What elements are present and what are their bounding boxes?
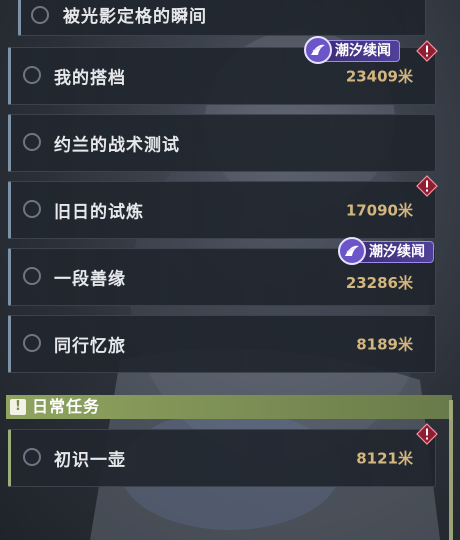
alert-icon bbox=[416, 175, 438, 197]
quest-radio[interactable] bbox=[23, 200, 41, 218]
alert-icon bbox=[416, 40, 438, 62]
quest-title: 旧日的试炼 bbox=[54, 202, 144, 223]
quest-title: 被光影定格的瞬间 bbox=[63, 7, 207, 27]
quest-row[interactable]: 约兰的战术测试 bbox=[8, 114, 436, 172]
tide-swirl-icon bbox=[338, 237, 366, 265]
tide-story-badge: 潮汐续闻 bbox=[338, 237, 434, 265]
quest-radio[interactable] bbox=[23, 334, 41, 352]
quest-distance: 23409米 bbox=[345, 67, 413, 86]
quest-row[interactable]: 旧日的试炼 17090米 bbox=[8, 181, 436, 239]
tide-swirl-icon bbox=[304, 36, 332, 64]
section-label: 日常任务 bbox=[32, 397, 101, 416]
tide-story-badge: 潮汐续闻 bbox=[304, 36, 400, 64]
quest-radio[interactable] bbox=[23, 267, 41, 285]
quest-title: 初识一壶 bbox=[54, 450, 126, 471]
quest-title: 我的搭档 bbox=[54, 68, 126, 89]
quest-distance: 23286米 bbox=[345, 273, 413, 292]
alert-icon bbox=[416, 423, 438, 445]
scrollbar[interactable] bbox=[449, 400, 453, 540]
quest-title: 约兰的战术测试 bbox=[54, 135, 180, 156]
quest-list: 被光影定格的瞬间 我的搭档 23409米 潮汐续闻 约兰的战术测试 旧日的试炼 … bbox=[0, 0, 460, 540]
badge-label: 潮汐续闻 bbox=[335, 43, 391, 59]
exclamation-icon: ! bbox=[10, 399, 26, 415]
quest-radio[interactable] bbox=[23, 66, 41, 84]
quest-title: 一段善缘 bbox=[54, 269, 126, 290]
quest-radio[interactable] bbox=[23, 133, 41, 151]
daily-quests-section-header[interactable]: ! 日常任务 bbox=[6, 395, 452, 419]
quest-row[interactable]: 同行忆旅 8189米 bbox=[8, 315, 436, 373]
quest-row[interactable]: 被光影定格的瞬间 bbox=[18, 0, 426, 36]
quest-title: 同行忆旅 bbox=[54, 336, 126, 357]
quest-distance: 8121米 bbox=[356, 449, 413, 468]
quest-row[interactable]: 初识一壶 8121米 bbox=[8, 429, 436, 487]
quest-radio[interactable] bbox=[31, 6, 49, 24]
quest-distance: 8189米 bbox=[356, 335, 413, 354]
badge-label: 潮汐续闻 bbox=[369, 244, 425, 260]
quest-radio[interactable] bbox=[23, 448, 41, 466]
quest-distance: 17090米 bbox=[345, 201, 413, 220]
